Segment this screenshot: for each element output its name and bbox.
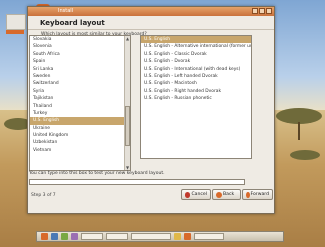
layout-list-item[interactable]: South Africa bbox=[30, 51, 130, 58]
layout-list-item[interactable]: U.S. English bbox=[30, 117, 130, 125]
layout-list-scroll-thumb[interactable] bbox=[125, 106, 130, 146]
variant-list-item[interactable]: U.S. English bbox=[141, 36, 251, 44]
layout-list-item[interactable]: Sweden bbox=[30, 73, 130, 80]
back-button[interactable]: Back bbox=[212, 189, 241, 200]
variant-list-item[interactable]: U.S. English - Classic Dvorak bbox=[141, 51, 251, 58]
variant-list-item[interactable]: U.S. English - Dvorak bbox=[141, 58, 251, 65]
menu-icon[interactable] bbox=[41, 233, 48, 240]
app-icon[interactable] bbox=[184, 233, 191, 240]
window-controls bbox=[252, 8, 272, 14]
keyboard-test-input[interactable] bbox=[29, 179, 245, 185]
tree-trunk bbox=[298, 122, 300, 140]
variant-list-item[interactable]: U.S. English - Right handed Dvorak bbox=[141, 88, 251, 95]
app-icon[interactable] bbox=[71, 233, 78, 240]
taskbar-window-item[interactable] bbox=[81, 233, 103, 240]
layout-list-item[interactable]: Vietnam bbox=[30, 147, 130, 154]
divider bbox=[28, 29, 274, 30]
scroll-down-icon[interactable]: ▼ bbox=[125, 165, 130, 170]
cancel-icon bbox=[185, 191, 191, 198]
app-icon[interactable] bbox=[51, 233, 58, 240]
variant-list-item[interactable]: U.S. English - Alternative international… bbox=[141, 43, 251, 50]
layout-list[interactable]: ▲ ▼ Slovakia Slovenia South Africa Spain Sri… bbox=[29, 35, 131, 171]
taskbar-window-item[interactable] bbox=[106, 233, 128, 240]
page-title: Keyboard layout bbox=[40, 19, 105, 27]
close-button[interactable] bbox=[266, 8, 272, 14]
test-hint: You can type into this box to test your … bbox=[29, 171, 165, 176]
variant-list-item[interactable]: U.S. English - Left handed Dvorak bbox=[141, 73, 251, 80]
cancel-label: Cancel bbox=[191, 192, 207, 197]
layout-list-item[interactable]: Syria bbox=[30, 88, 130, 95]
minimize-button[interactable] bbox=[252, 8, 258, 14]
back-arrow-icon bbox=[216, 191, 222, 198]
layout-list-item[interactable]: Spain bbox=[30, 58, 130, 65]
variant-list-item[interactable]: U.S. English - Macintosh bbox=[141, 80, 251, 87]
layout-list-item[interactable]: Tajikistan bbox=[30, 95, 130, 102]
back-label: Back bbox=[223, 192, 235, 197]
cancel-button[interactable]: Cancel bbox=[181, 189, 211, 200]
layout-list-scrollbar[interactable]: ▲ ▼ bbox=[124, 36, 130, 170]
maximize-button[interactable] bbox=[259, 8, 265, 14]
desktop-widget-bar bbox=[6, 30, 24, 34]
layout-list-item[interactable]: United Kingdom bbox=[30, 132, 130, 139]
taskbar-window-item[interactable] bbox=[131, 233, 171, 240]
forward-arrow-icon bbox=[246, 191, 250, 198]
layout-list-item[interactable]: Slovakia bbox=[30, 36, 130, 43]
taskbar bbox=[36, 231, 284, 242]
layout-list-item[interactable]: Uzbekistan bbox=[30, 139, 130, 146]
layout-list-item[interactable]: Thailand bbox=[30, 103, 130, 110]
forward-label: Forward bbox=[250, 192, 269, 197]
scroll-up-icon[interactable]: ▲ bbox=[125, 36, 130, 41]
window-titlebar[interactable]: Install bbox=[28, 7, 274, 16]
layout-list-item[interactable]: Switzerland bbox=[30, 80, 130, 87]
layout-list-item[interactable]: Ukraine bbox=[30, 125, 130, 132]
layout-list-item[interactable]: Turkey bbox=[30, 110, 130, 117]
step-indicator: Step 3 of 7 bbox=[31, 193, 56, 198]
window-title: Install bbox=[58, 8, 74, 14]
tree bbox=[290, 150, 320, 160]
taskbar-window-item[interactable] bbox=[194, 233, 224, 240]
app-icon[interactable] bbox=[61, 233, 68, 240]
layout-list-item[interactable]: Sri Lanka bbox=[30, 66, 130, 73]
forward-button[interactable]: Forward bbox=[242, 189, 273, 200]
variant-list-item[interactable]: U.S. English - Russian phonetic bbox=[141, 95, 251, 102]
layout-list-item[interactable]: Slovenia bbox=[30, 43, 130, 50]
app-icon[interactable] bbox=[174, 233, 181, 240]
variant-list[interactable]: U.S. English U.S. English - Alternative i… bbox=[140, 35, 252, 159]
variant-list-item[interactable]: U.S. English - International (with dead … bbox=[141, 66, 251, 73]
desktop-widget[interactable] bbox=[6, 14, 26, 30]
